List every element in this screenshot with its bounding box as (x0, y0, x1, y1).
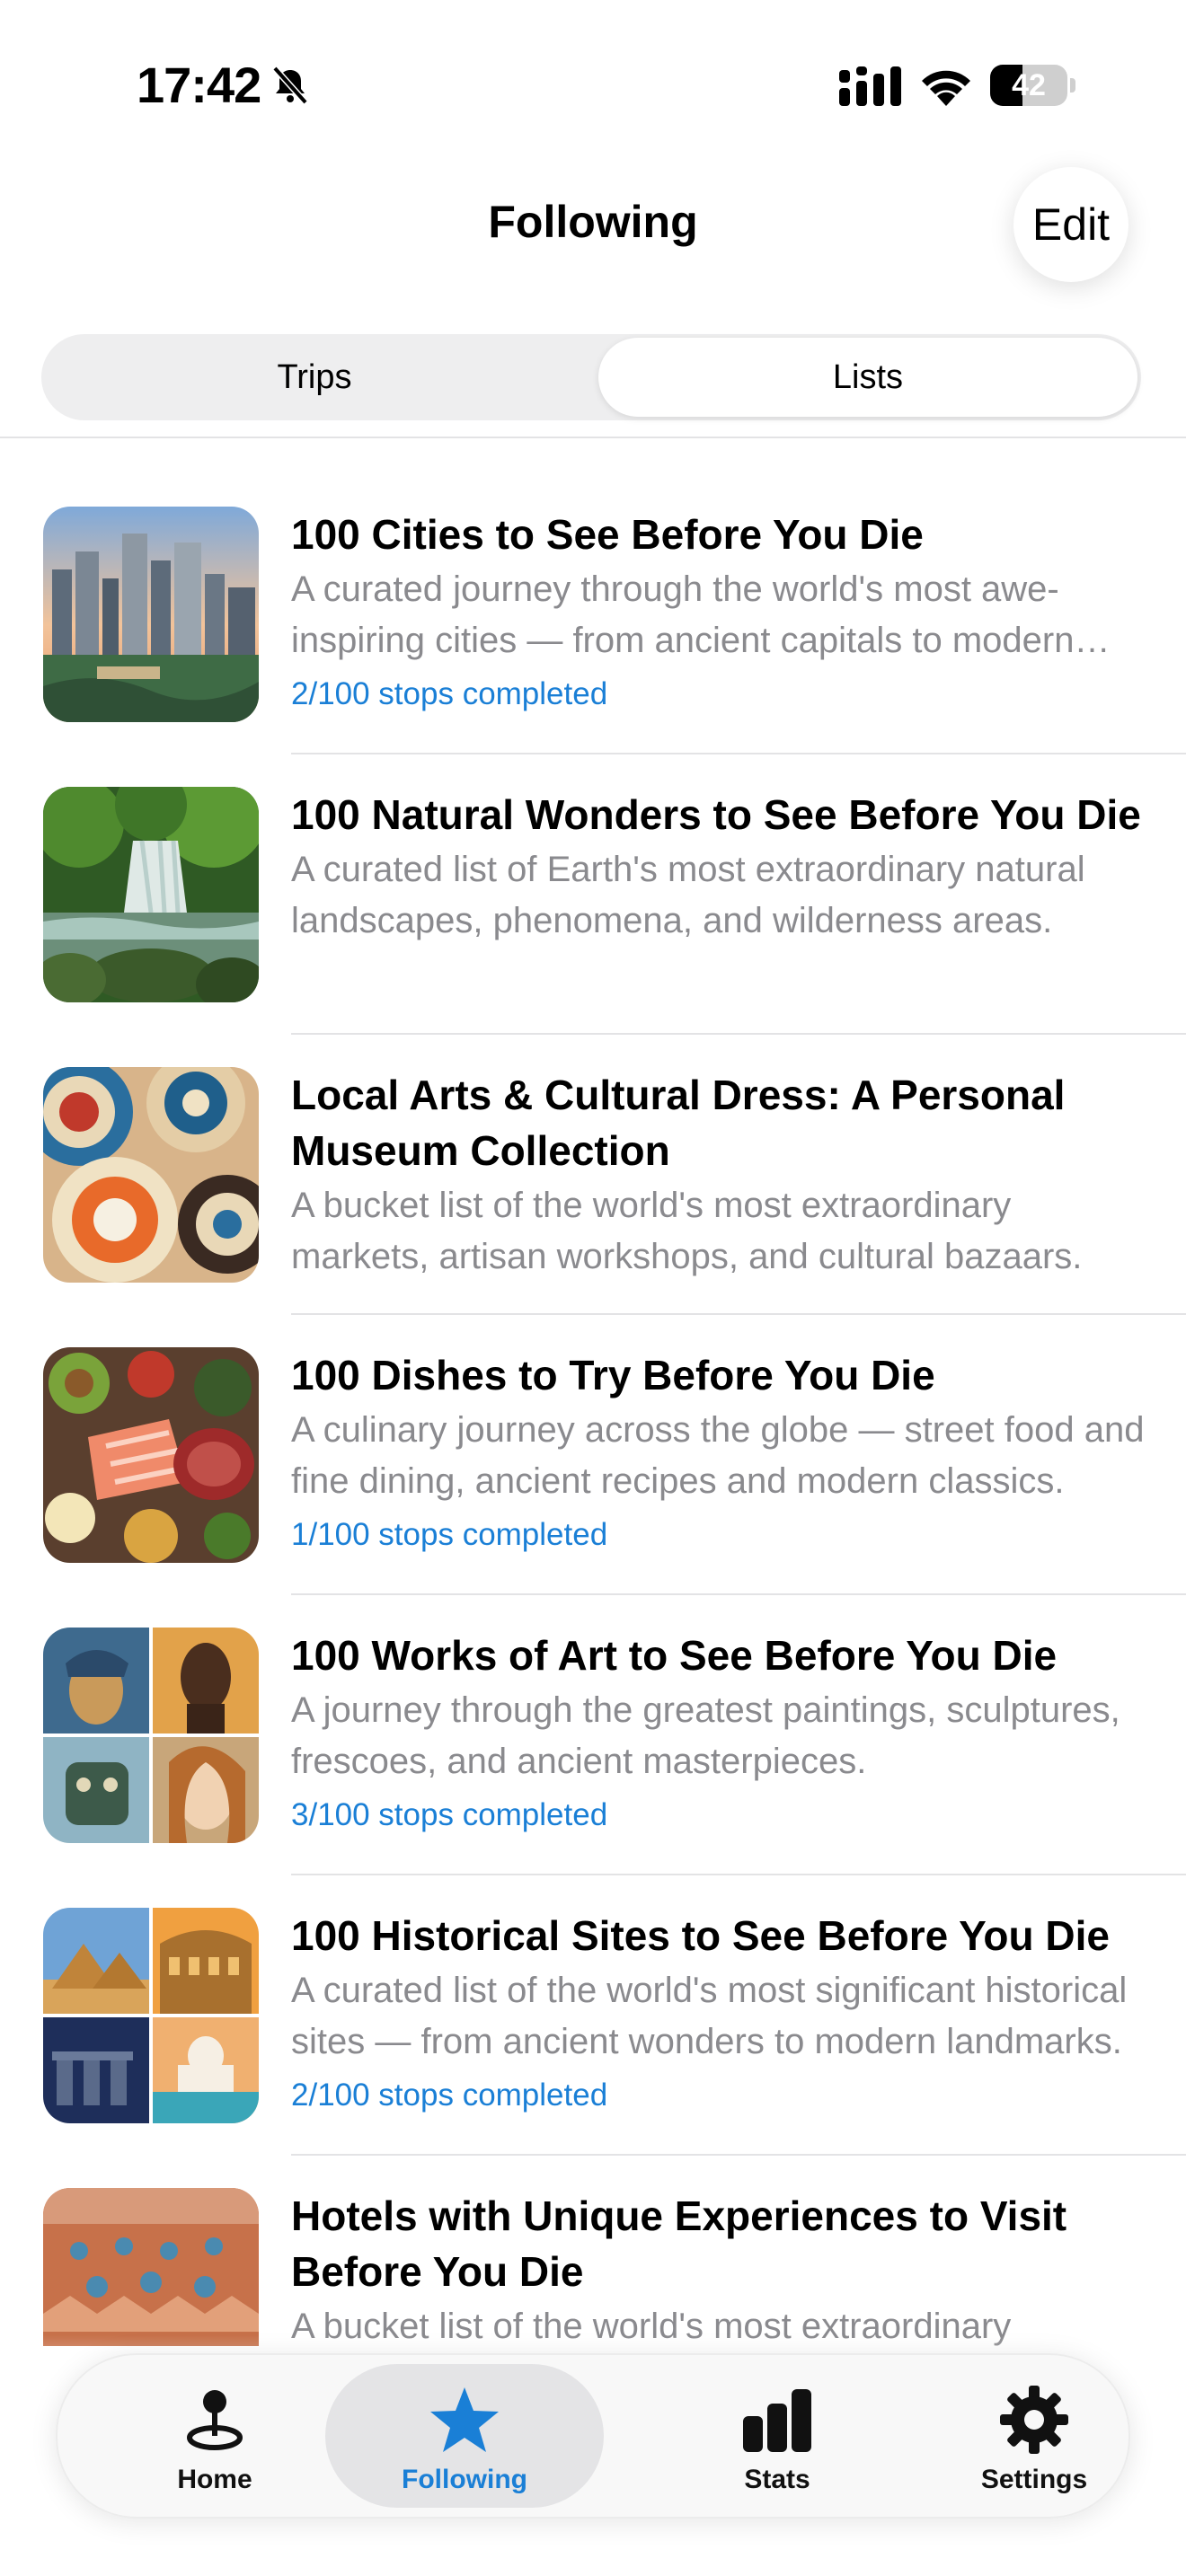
edit-button[interactable]: Edit (1013, 167, 1128, 282)
list-description: A curated list of the world's most signi… (291, 1971, 1128, 2061)
page-title: Following (488, 197, 698, 247)
list-title: 100 Dishes to Try Before You Die (291, 1352, 935, 1398)
tab-home-label: Home (177, 2465, 252, 2494)
cellular-signal-icon (839, 66, 901, 106)
list-title: 100 Natural Wonders to See Before You Di… (291, 791, 1141, 838)
list-progress: 1/100 stops completed (291, 1517, 608, 1552)
tab-bar: Home Following Stats Settings (56, 2353, 1130, 2519)
list-title: Local Arts & Cultural Dress: A Personal … (291, 1072, 1066, 1174)
list-thumbnail-food-spread (43, 1347, 259, 1563)
tab-settings[interactable]: Settings (904, 2355, 1164, 2517)
tab-home[interactable]: Home (84, 2355, 345, 2517)
list-thumbnail-waterfall (43, 787, 259, 1002)
list-thumbnail-desert-camp (43, 2188, 259, 2346)
status-time: 17:42 (137, 57, 261, 113)
list-description: A bucket list of the world's most extrao… (291, 1186, 1083, 1276)
bell-slash-icon (272, 66, 308, 105)
row-divider (291, 1033, 1186, 1035)
row-divider (291, 2154, 1186, 2156)
tab-following-label: Following (402, 2465, 527, 2494)
gear-icon (1000, 2386, 1068, 2454)
tab-stats[interactable]: Stats (647, 2355, 907, 2517)
list-progress: 2/100 stops completed (291, 2078, 608, 2113)
list-thumbnail-woven-baskets (43, 1067, 259, 1283)
list-description: A journey through the greatest paintings… (291, 1690, 1120, 1781)
battery-icon: 42 (990, 65, 1076, 106)
list-thumbnail-city-skyline (43, 507, 259, 722)
row-divider (291, 1874, 1186, 1875)
segmented-control: Trips Lists (41, 334, 1141, 420)
segment-lists[interactable]: Lists (598, 338, 1137, 417)
list-title: 100 Historical Sites to See Before You D… (291, 1912, 1110, 1959)
list-progress: 2/100 stops completed (291, 676, 608, 711)
list-title: 100 Cities to See Before You Die (291, 511, 924, 558)
row-divider (291, 1593, 1186, 1595)
following-lists: 100 Cities to See Before You Die A curat… (0, 438, 1186, 2346)
status-bar: 17:42 42 (0, 0, 1186, 171)
list-thumbnail-art-collage (43, 1628, 259, 1843)
list-description: A curated journey through the world's mo… (291, 569, 1075, 660)
list-title: Hotels with Unique Experiences to Visit … (291, 2192, 1067, 2295)
row-divider (291, 1313, 1186, 1315)
list-title: 100 Works of Art to See Before You Die (291, 1632, 1058, 1679)
row-divider (291, 753, 1186, 754)
list-description: A curated list of Earth's most extraordi… (291, 850, 1085, 940)
battery-level: 42 (1012, 68, 1046, 102)
list-description: A culinary journey across the globe — st… (291, 1410, 1145, 1501)
tab-following[interactable]: Following (325, 2355, 604, 2517)
segment-trips[interactable]: Trips (45, 338, 584, 417)
bar-chart-icon (743, 2389, 811, 2452)
list-thumbnail-historical-collage (43, 1908, 259, 2123)
tab-settings-label: Settings (980, 2465, 1088, 2494)
wifi-icon (922, 70, 970, 106)
list-progress: 3/100 stops completed (291, 1797, 608, 1832)
tab-stats-label: Stats (744, 2465, 810, 2494)
star-icon (430, 2387, 499, 2452)
map-pin-icon (187, 2390, 243, 2450)
